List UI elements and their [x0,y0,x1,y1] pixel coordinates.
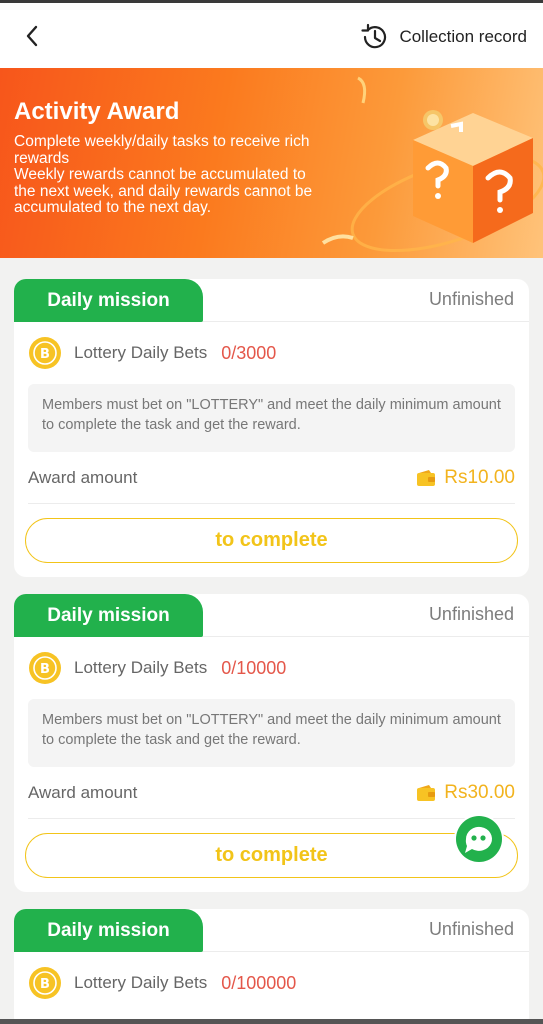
history-clock-icon [361,23,387,49]
back-button[interactable] [18,21,46,51]
customer-service-button[interactable] [452,812,506,866]
mission-status: Unfinished [428,289,514,309]
banner-description-line: Complete weekly/daily tasks to receive r… [14,133,310,167]
collection-record-button[interactable]: Collection record [359,19,527,55]
award-amount: Rs30.00 [444,781,515,803]
collection-record-label: Collection record [399,27,527,46]
task-name: Lottery Daily Bets [74,973,208,992]
banner-title: Activity Award [14,98,180,125]
mission-card: Daily mission Unfinished B Lottery Daily… [14,279,529,577]
mission-type-tag: Daily mission [14,279,203,322]
coin-b-icon: B [29,652,61,684]
to-complete-button[interactable]: to complete [25,518,518,563]
task-description: Members must bet on "LOTTERY" and meet t… [28,699,515,767]
task-progress: 0/3000 [221,342,277,363]
mission-card-header: Daily mission Unfinished [14,594,529,637]
svg-text:B: B [40,977,50,992]
award-amount: Rs10.00 [444,466,515,488]
banner-description-line: Weekly rewards cannot be accumulated to … [14,166,313,216]
award-value: Rs10.00 [416,467,515,489]
task-description: Members must bet on "LOTTERY" and meet t… [28,384,515,452]
svg-text:B: B [40,347,50,362]
task-name: Lottery Daily Bets [74,658,208,677]
task-name: Lottery Daily Bets [74,343,208,362]
mission-card-header: Daily mission Unfinished [14,279,529,322]
task-row: B Lottery Daily Bets 0/10000 [14,637,529,699]
system-navigation-bar [0,1019,543,1024]
task-progress: 0/100000 [221,972,297,993]
wallet-icon [417,469,436,486]
mission-status: Unfinished [428,604,514,624]
to-complete-button[interactable]: to complete [25,833,518,878]
chat-support-icon [454,814,504,864]
task-row: B Lottery Daily Bets 0/3000 [14,322,529,384]
mission-type-tag: Daily mission [14,909,203,952]
banner-description: Complete weekly/daily tasks to receive r… [14,133,324,217]
task-progress: 0/10000 [221,657,287,678]
coin-b-icon: B [29,337,61,369]
award-row: Award amount Rs30.00 [28,767,515,819]
award-value: Rs30.00 [416,782,515,804]
svg-text:B: B [40,662,50,677]
chevron-left-icon [26,25,38,47]
mission-card-header: Daily mission Unfinished [14,909,529,952]
wallet-icon [417,784,436,801]
mission-status: Unfinished [428,919,514,939]
top-bar: Collection record [0,0,543,68]
mission-card: Daily mission Unfinished B Lottery Daily… [14,909,529,1024]
task-row: B Lottery Daily Bets 0/100000 [14,952,529,1014]
award-label: Award amount [28,467,138,487]
activity-award-banner: Activity Award Complete weekly/daily tas… [0,68,543,258]
award-label: Award amount [28,782,138,802]
mission-type-tag: Daily mission [14,594,203,637]
coin-b-icon: B [29,967,61,999]
award-row: Award amount Rs10.00 [28,452,515,504]
